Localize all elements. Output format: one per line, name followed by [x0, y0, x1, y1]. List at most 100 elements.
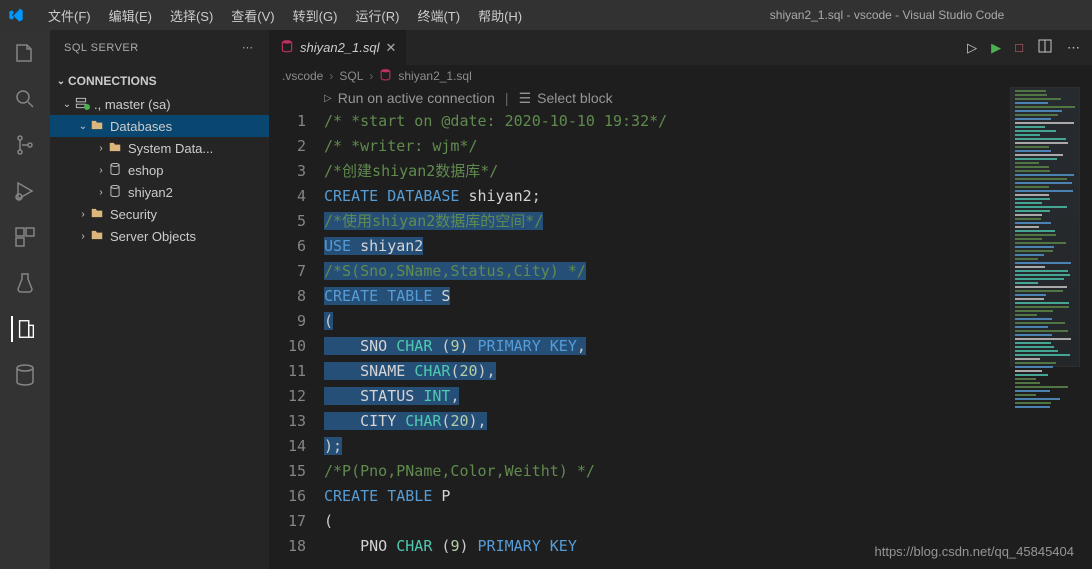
sidebar: SQL SERVER ⋯ ⌄ CONNECTIONS ⌄., master (s… — [50, 30, 270, 569]
list-icon: ☰ — [519, 90, 532, 107]
code-line[interactable]: STATUS INT, — [324, 384, 1092, 409]
run-outline-icon[interactable]: ▷ — [967, 40, 977, 56]
run-connection-link[interactable]: Run on active connection — [338, 90, 495, 106]
code-line[interactable]: CREATE TABLE S — [324, 284, 1092, 309]
db-icon — [108, 184, 124, 200]
code-line[interactable]: /*使用shiyan2数据库的空间*/ — [324, 209, 1092, 234]
menu-item[interactable]: 选择(S) — [162, 2, 221, 29]
crumb-folder[interactable]: .vscode — [282, 69, 323, 83]
chevron-icon: › — [94, 187, 108, 198]
tree-item-label: shiyan2 — [128, 185, 173, 200]
connections-header[interactable]: ⌄ CONNECTIONS — [50, 69, 269, 93]
folder-icon — [90, 206, 106, 222]
testing-icon[interactable] — [12, 270, 38, 296]
tabs: shiyan2_1.sql ✕ ▷ ▶ □ ⋯ — [270, 30, 1092, 65]
menu-item[interactable]: 终端(T) — [409, 2, 468, 29]
chevron-icon: › — [76, 231, 90, 242]
code-line[interactable]: SNAME CHAR(20), — [324, 359, 1092, 384]
tree-item-label: Server Objects — [110, 229, 196, 244]
crumb-folder[interactable]: SQL — [339, 69, 363, 83]
titlebar: 文件(F)编辑(E)选择(S)查看(V)转到(G)运行(R)终端(T)帮助(H)… — [0, 0, 1092, 30]
crumb-file[interactable]: shiyan2_1.sql — [398, 69, 471, 83]
tree-item[interactable]: › Security — [50, 203, 269, 225]
tree-item[interactable]: ⌄., master (sa) — [50, 93, 269, 115]
tree-item-label: Databases — [110, 119, 172, 134]
files-icon[interactable] — [12, 40, 38, 66]
line-numbers: 123456789101112131415161718 — [270, 109, 324, 569]
window-title: shiyan2_1.sql - vscode - Visual Studio C… — [690, 8, 1084, 22]
code-line[interactable]: USE shiyan2 — [324, 234, 1092, 259]
breadcrumbs[interactable]: .vscode › SQL › shiyan2_1.sql — [270, 65, 1092, 87]
database-file-icon — [280, 39, 294, 56]
database-file-icon — [379, 68, 392, 84]
code-line[interactable]: CREATE DATABASE shiyan2; — [324, 184, 1092, 209]
menu-item[interactable]: 运行(R) — [347, 2, 407, 29]
code-line[interactable]: ( — [324, 309, 1092, 334]
code-line[interactable]: /* *start on @date: 2020-10-10 19:32*/ — [324, 109, 1092, 134]
tab-label: shiyan2_1.sql — [300, 40, 380, 55]
menu-item[interactable]: 转到(G) — [285, 2, 346, 29]
tree-item[interactable]: › eshop — [50, 159, 269, 181]
select-block-link[interactable]: Select block — [537, 90, 612, 106]
code-line[interactable]: /*S(Sno,SName,Status,City) */ — [324, 259, 1092, 284]
chevron-icon: › — [94, 165, 108, 176]
source-control-icon[interactable] — [12, 132, 38, 158]
sidebar-header: SQL SERVER ⋯ — [50, 30, 269, 65]
connections-tree: ⌄ CONNECTIONS ⌄., master (sa)⌄Databases›… — [50, 65, 269, 247]
code-line[interactable]: ( — [324, 509, 1092, 534]
code-editor[interactable]: 123456789101112131415161718 /* *start on… — [270, 109, 1092, 569]
menu-item[interactable]: 文件(F) — [40, 2, 99, 29]
tree-item-label: System Data... — [128, 141, 213, 156]
run-debug-icon[interactable] — [12, 178, 38, 204]
chevron-right-icon: › — [369, 69, 373, 83]
editor-area: shiyan2_1.sql ✕ ▷ ▶ □ ⋯ .vscode › SQL › … — [270, 30, 1092, 569]
more-icon[interactable]: ⋯ — [242, 41, 255, 54]
chevron-icon: › — [94, 143, 108, 154]
menu-item[interactable]: 查看(V) — [223, 2, 282, 29]
code-line[interactable]: /*P(Pno,PName,Color,Weitht) */ — [324, 459, 1092, 484]
activity-bar — [0, 30, 50, 569]
chevron-icon: ⌄ — [76, 121, 90, 132]
code-line[interactable]: SNO CHAR (9) PRIMARY KEY, — [324, 334, 1092, 359]
chevron-icon: › — [76, 209, 90, 220]
sql-server-icon[interactable] — [11, 316, 37, 342]
folder-icon — [90, 228, 106, 244]
watermark: https://blog.csdn.net/qq_45845404 — [875, 544, 1075, 559]
tree-item[interactable]: › System Data... — [50, 137, 269, 159]
vscode-logo-icon — [8, 7, 24, 23]
code-line[interactable]: CREATE TABLE P — [324, 484, 1092, 509]
chevron-icon: ⌄ — [60, 99, 74, 110]
tree-item-label: Security — [110, 207, 157, 222]
folder-icon — [108, 140, 124, 156]
menu-item[interactable]: 帮助(H) — [470, 2, 530, 29]
search-icon[interactable] — [12, 86, 38, 112]
close-icon[interactable]: ✕ — [386, 40, 397, 56]
stop-icon[interactable]: □ — [1015, 40, 1023, 55]
tree-item[interactable]: › shiyan2 — [50, 181, 269, 203]
server-icon — [74, 96, 90, 112]
play-icon: ▷ — [324, 93, 332, 104]
tree-item-label: eshop — [128, 163, 163, 178]
folder-icon — [90, 118, 106, 134]
tree-item[interactable]: › Server Objects — [50, 225, 269, 247]
minimap[interactable] — [1010, 87, 1080, 367]
menu-item[interactable]: 编辑(E) — [101, 2, 160, 29]
tab-sql-file[interactable]: shiyan2_1.sql ✕ — [270, 30, 407, 65]
split-editor-icon[interactable] — [1037, 38, 1053, 57]
tree-item[interactable]: ⌄ Databases — [50, 115, 269, 137]
code-line[interactable]: ); — [324, 434, 1092, 459]
database-icon[interactable] — [12, 362, 38, 388]
more-actions-icon[interactable]: ⋯ — [1067, 40, 1080, 56]
chevron-right-icon: › — [329, 69, 333, 83]
extensions-icon[interactable] — [12, 224, 38, 250]
menu-bar: 文件(F)编辑(E)选择(S)查看(V)转到(G)运行(R)终端(T)帮助(H) — [40, 2, 530, 29]
sidebar-title: SQL SERVER — [64, 42, 139, 54]
code-content[interactable]: /* *start on @date: 2020-10-10 19:32*//*… — [324, 109, 1092, 569]
codelens-bar: ▷ Run on active connection | ☰ Select bl… — [270, 87, 1092, 109]
code-line[interactable]: /*创建shiyan2数据库*/ — [324, 159, 1092, 184]
code-line[interactable]: /* *writer: wjm*/ — [324, 134, 1092, 159]
db-icon — [108, 162, 124, 178]
editor-actions: ▷ ▶ □ ⋯ — [967, 30, 1092, 65]
code-line[interactable]: CITY CHAR(20), — [324, 409, 1092, 434]
run-icon[interactable]: ▶ — [991, 40, 1001, 56]
